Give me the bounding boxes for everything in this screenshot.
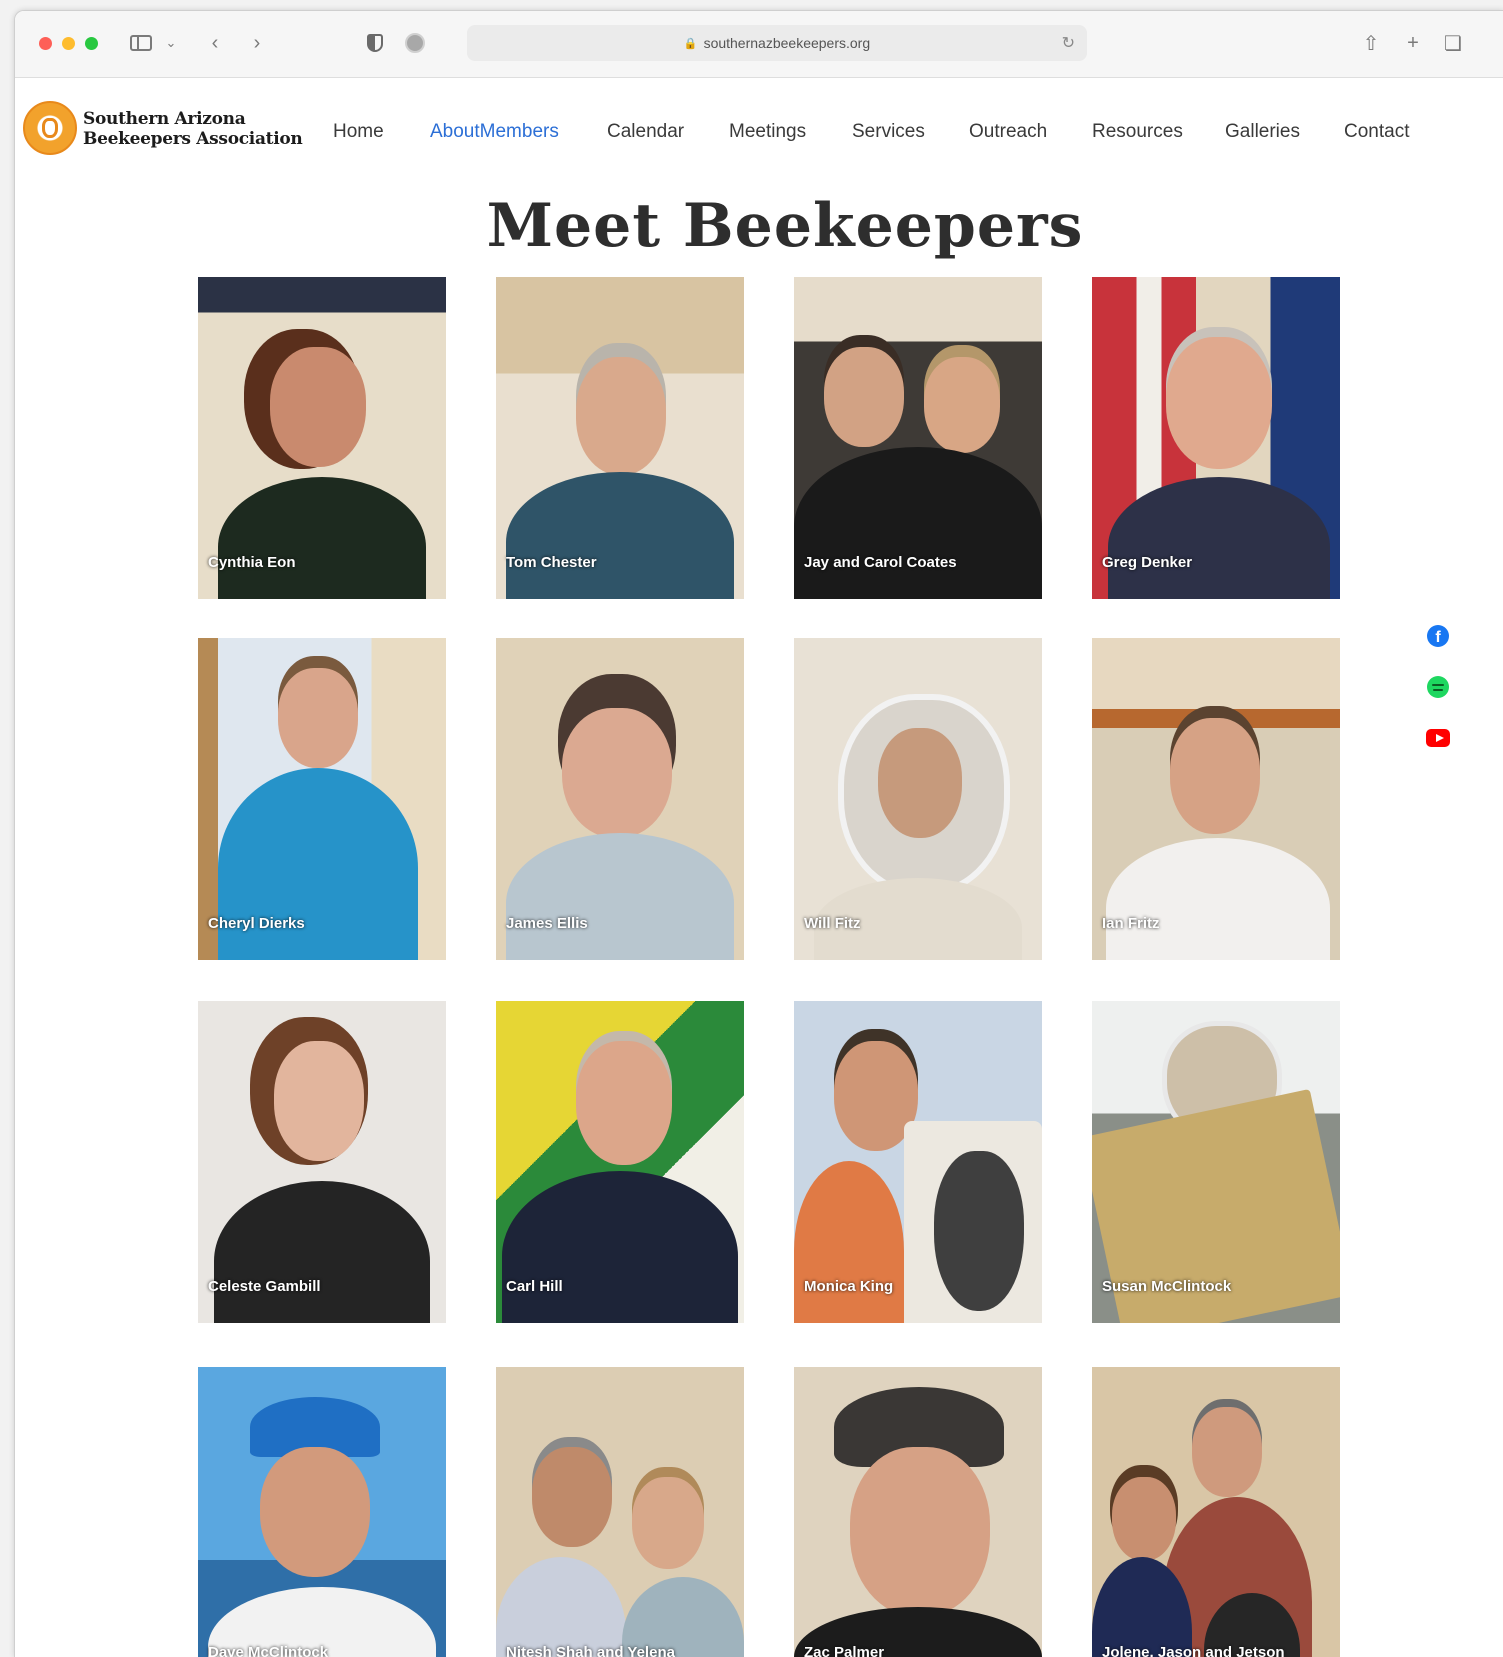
member-name: Nitesh Shah and Yelena [506, 1644, 675, 1657]
browser-toolbar: ⌄ ‹ › 🔒 southernazbeekeepers.org ↻ ⇧ + ❏ [15, 11, 1503, 78]
member-card[interactable]: Tom Chester [496, 277, 744, 599]
nav-item-outreach[interactable]: Outreach [969, 121, 1047, 143]
member-card[interactable]: Jay and Carol Coates [794, 277, 1042, 599]
member-card[interactable]: Jolene, Jason and Jetson [1092, 1367, 1340, 1657]
main-nav: Home AboutMembers Calendar Meetings Serv… [15, 121, 1503, 145]
address-bar[interactable]: 🔒 southernazbeekeepers.org ↻ [467, 25, 1087, 61]
address-url: southernazbeekeepers.org [703, 35, 871, 51]
member-card[interactable]: James Ellis [496, 638, 744, 960]
tab-overview-icon[interactable]: ❏ [1439, 29, 1467, 57]
nav-item-about-members[interactable]: AboutMembers [430, 121, 559, 143]
member-name: Cynthia Eon [208, 554, 296, 571]
member-card[interactable]: Nitesh Shah and Yelena [496, 1367, 744, 1657]
youtube-icon [1426, 729, 1450, 747]
minimize-window-button[interactable] [62, 37, 75, 50]
nav-item-galleries[interactable]: Galleries [1225, 121, 1300, 143]
zoom-window-button[interactable] [85, 37, 98, 50]
nav-item-calendar[interactable]: Calendar [607, 121, 684, 143]
reload-icon[interactable]: ↻ [1062, 33, 1075, 53]
member-name: Monica King [804, 1278, 894, 1295]
member-name: Will Fitz [804, 915, 861, 932]
member-card[interactable]: Dave McClintock [198, 1367, 446, 1657]
member-name: Jolene, Jason and Jetson [1102, 1644, 1285, 1657]
member-name: Zac Palmer [804, 1644, 885, 1657]
nav-item-resources[interactable]: Resources [1092, 121, 1183, 143]
member-card[interactable]: Will Fitz [794, 638, 1042, 960]
extension-icon[interactable] [401, 29, 429, 57]
page-title: Meet Beekeepers [486, 191, 1084, 261]
member-card[interactable]: Celeste Gambill [198, 1001, 446, 1323]
spotify-icon [1427, 676, 1449, 698]
new-tab-plus-icon[interactable]: + [1399, 29, 1427, 57]
nav-item-home[interactable]: Home [333, 121, 384, 143]
member-name: Dave McClintock [208, 1644, 329, 1657]
nav-item-contact[interactable]: Contact [1344, 121, 1409, 143]
member-name: James Ellis [506, 915, 588, 932]
member-card[interactable]: Cynthia Eon [198, 277, 446, 599]
member-name: Cheryl Dierks [208, 915, 305, 932]
youtube-link[interactable] [1426, 726, 1450, 750]
member-card[interactable]: Ian Fritz [1092, 638, 1340, 960]
site-header: Southern Arizona Beekeepers Association … [15, 78, 1503, 178]
spotify-link[interactable] [1426, 675, 1450, 699]
facebook-link[interactable]: f [1426, 624, 1450, 648]
close-window-button[interactable] [39, 37, 52, 50]
member-card[interactable]: Greg Denker [1092, 277, 1340, 599]
member-name: Jay and Carol Coates [804, 554, 957, 571]
member-card[interactable]: Cheryl Dierks [198, 638, 446, 960]
sidebar-toggle-button[interactable] [127, 29, 155, 57]
member-card[interactable]: Susan McClintock [1092, 1001, 1340, 1323]
lock-icon: 🔒 [683, 37, 698, 50]
member-name: Celeste Gambill [208, 1278, 321, 1295]
member-card[interactable]: Monica King [794, 1001, 1042, 1323]
privacy-shield-icon[interactable] [361, 29, 389, 57]
facebook-icon: f [1427, 625, 1449, 647]
member-card[interactable]: Carl Hill [496, 1001, 744, 1323]
sidebar-icon [130, 35, 152, 51]
member-name: Tom Chester [506, 554, 597, 571]
member-card[interactable]: Zac Palmer [794, 1367, 1042, 1657]
member-name: Susan McClintock [1102, 1278, 1232, 1295]
nav-item-services[interactable]: Services [852, 121, 925, 143]
member-name: Ian Fritz [1102, 915, 1160, 932]
back-button[interactable]: ‹ [201, 29, 229, 57]
chevron-down-icon[interactable]: ⌄ [157, 29, 185, 57]
nav-item-meetings[interactable]: Meetings [729, 121, 806, 143]
member-name: Greg Denker [1102, 554, 1193, 571]
browser-window: ⌄ ‹ › 🔒 southernazbeekeepers.org ↻ ⇧ + ❏… [14, 10, 1503, 1657]
forward-button[interactable]: › [243, 29, 271, 57]
member-name: Carl Hill [506, 1278, 563, 1295]
share-icon[interactable]: ⇧ [1357, 29, 1385, 57]
